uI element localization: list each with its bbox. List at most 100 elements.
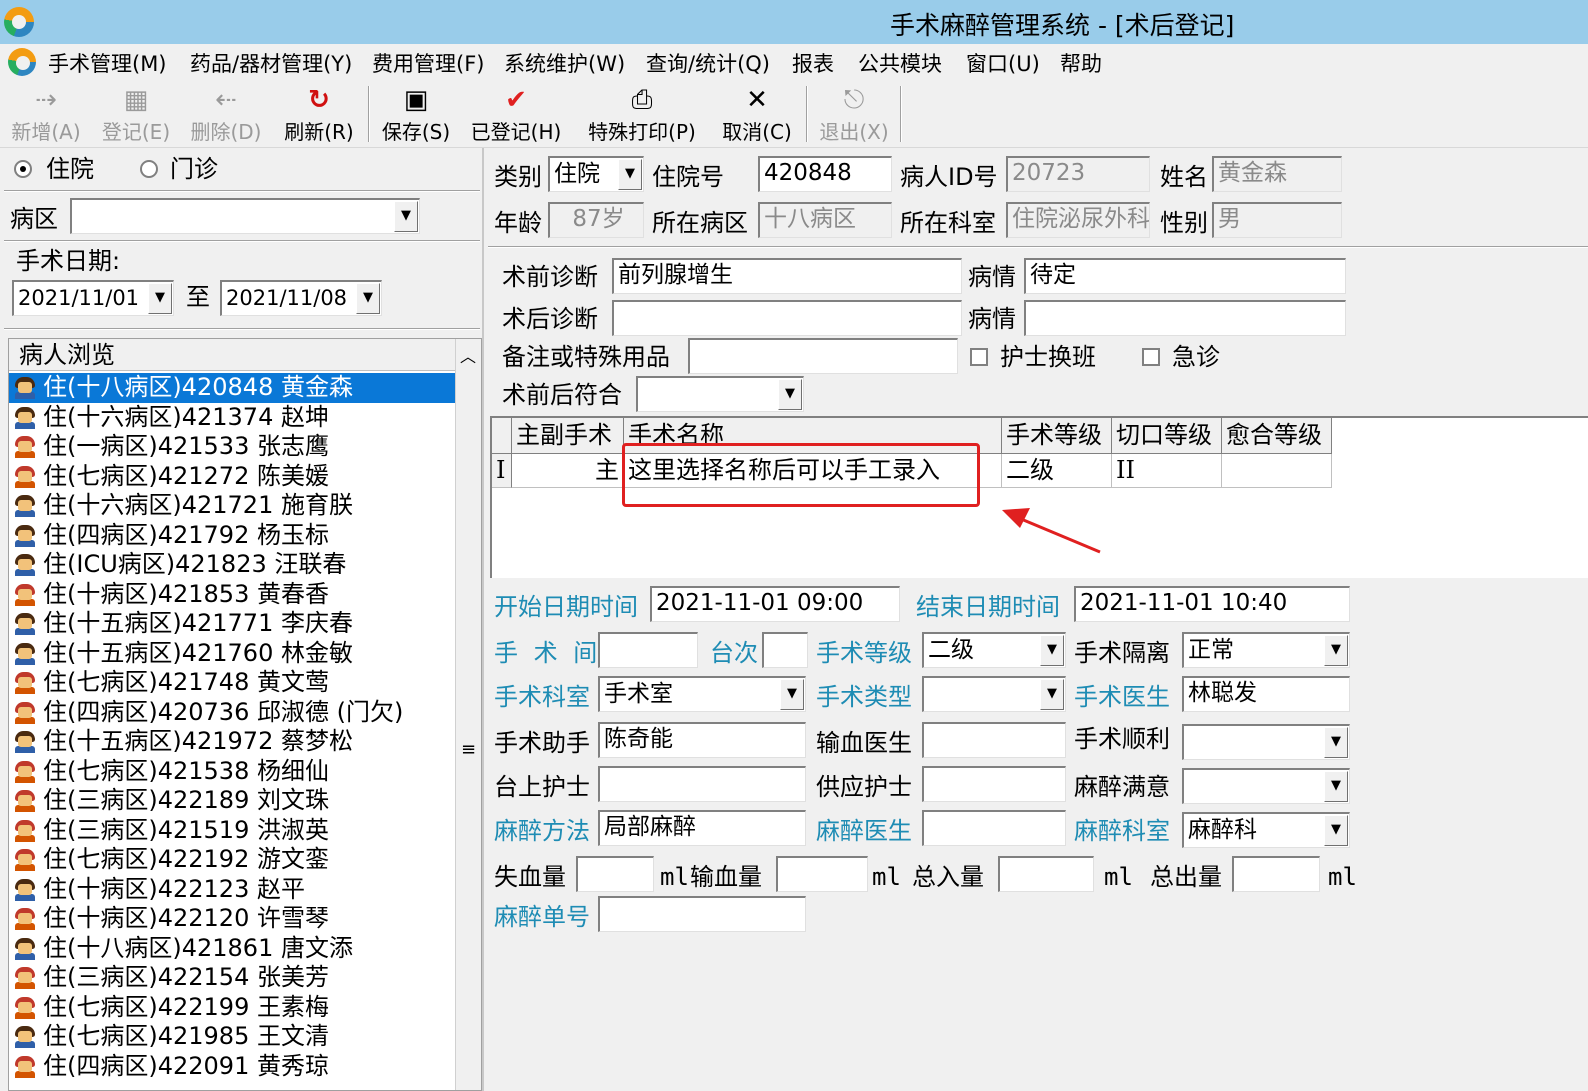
date-from-picker[interactable]: 2021/11/01 ▼	[12, 280, 174, 316]
scroll-up-icon[interactable]: ︿	[460, 343, 476, 367]
isolation-select[interactable]: 正常 ▼	[1182, 632, 1350, 668]
chevron-down-icon[interactable]: ▼	[148, 283, 172, 314]
patient-list-item[interactable]: 住(十病区)422123 赵平	[9, 875, 455, 905]
patient-list-item[interactable]: 住(四病区)422091 黄秀琼	[9, 1052, 455, 1082]
patient-list-item[interactable]: 住(四病区)421792 杨玉标	[9, 521, 455, 551]
cell-level[interactable]: 二级	[1002, 454, 1112, 488]
chevron-down-icon[interactable]: ▼	[1324, 727, 1348, 758]
total-output-field[interactable]	[1232, 856, 1320, 892]
patient-list-item[interactable]: 住(三病区)421519 洪淑英	[9, 816, 455, 846]
category-select[interactable]: 住院 ▼	[548, 156, 644, 192]
cancel-button[interactable]: ✕ 取消(C)	[714, 82, 800, 146]
outpatient-radio[interactable]	[140, 160, 158, 178]
transfusion-amount-field[interactable]	[776, 856, 868, 892]
date-to-picker[interactable]: 2021/11/08 ▼	[220, 280, 382, 316]
patient-list-scrollbar[interactable]: ︿ ≡	[455, 339, 481, 1090]
patient-list-item[interactable]: 住(三病区)422189 刘文珠	[9, 786, 455, 816]
anesthesia-satisfaction-select[interactable]: ▼	[1182, 768, 1350, 804]
emergency-checkbox[interactable]	[1142, 348, 1160, 366]
column-header-healing[interactable]: 愈合等级	[1222, 418, 1332, 454]
menu-query[interactable]: 查询/统计(Q)	[646, 48, 770, 78]
chevron-down-icon[interactable]: ▼	[780, 679, 804, 710]
patient-list-item[interactable]: 住(七病区)421272 陈美媛	[9, 462, 455, 492]
menu-system[interactable]: 系统维护(W)	[504, 48, 625, 78]
pre-diagnosis-field[interactable]: 前列腺增生	[612, 258, 962, 294]
scrub-nurse-field[interactable]	[598, 766, 806, 802]
menu-window[interactable]: 窗口(U)	[966, 48, 1040, 78]
refresh-button[interactable]: ↻ 刷新(R)	[276, 82, 362, 146]
post-diagnosis-field[interactable]	[612, 300, 962, 336]
surgery-level-select[interactable]: 二级 ▼	[922, 632, 1066, 668]
chevron-down-icon[interactable]: ▼	[778, 379, 802, 410]
admission-no-field[interactable]: 420848	[758, 156, 892, 192]
patient-list-item[interactable]: 住(十五病区)421760 林金敏	[9, 639, 455, 669]
patient-list-item[interactable]: 住(三病区)422154 张美芳	[9, 963, 455, 993]
surgeon-field[interactable]: 林聪发	[1182, 676, 1350, 712]
patient-list-item[interactable]: 住(十八病区)421861 唐文添	[9, 934, 455, 964]
transfusion-doctor-field[interactable]	[922, 722, 1066, 758]
scroll-grip-icon[interactable]: ≡	[461, 739, 476, 760]
total-input-field[interactable]	[998, 856, 1094, 892]
patient-list-item[interactable]: 住(十病区)421853 黄春香	[9, 580, 455, 610]
patient-list-item[interactable]: 住(十六病区)421721 施育朕	[9, 491, 455, 521]
patient-list-item[interactable]: 住(七病区)422199 王素梅	[9, 993, 455, 1023]
add-button[interactable]: ⇢ 新增(A)	[4, 82, 88, 146]
anesthesia-method-field[interactable]: 局部麻醉	[598, 810, 806, 846]
column-header-level[interactable]: 手术等级	[1002, 418, 1112, 454]
patient-list-item[interactable]: 住(七病区)421538 杨细仙	[9, 757, 455, 787]
menu-surgery[interactable]: 手术管理(M)	[48, 48, 167, 78]
patient-list-item[interactable]: 住(一病区)421533 张志鹰	[9, 432, 455, 462]
anesthesiologist-field[interactable]	[922, 810, 1066, 846]
cell-healing[interactable]	[1222, 454, 1332, 488]
chevron-down-icon[interactable]: ▼	[1040, 679, 1064, 710]
assistant-field[interactable]: 陈奇能	[598, 722, 806, 758]
patient-list-item[interactable]: 住(十五病区)421771 李庆春	[9, 609, 455, 639]
patient-list-item[interactable]: 住(七病区)421985 王文清	[9, 1022, 455, 1052]
table-order-field[interactable]	[762, 632, 808, 668]
registered-button[interactable]: ✔ 已登记(H)	[464, 82, 568, 146]
end-datetime-field[interactable]: 2021-11-01 10:40	[1074, 586, 1350, 622]
delete-button[interactable]: ⇠ 删除(D)	[184, 82, 268, 146]
condition-post-field[interactable]	[1024, 300, 1346, 336]
chevron-down-icon[interactable]: ▼	[618, 159, 642, 190]
start-datetime-field[interactable]: 2021-11-01 09:00	[650, 586, 900, 622]
menu-reports[interactable]: 报表	[792, 48, 834, 78]
exit-button[interactable]: ⎋ 退出(X)	[812, 82, 896, 146]
patient-list-item[interactable]: 住(ICU病区)421823 汪联春	[9, 550, 455, 580]
chevron-down-icon[interactable]: ▼	[1324, 635, 1348, 666]
patient-list-item[interactable]: 住(四病区)420736 邱淑德 (门欠)	[9, 698, 455, 728]
anesthesia-number-field[interactable]	[598, 896, 806, 932]
column-header-incision[interactable]: 切口等级	[1112, 418, 1222, 454]
menu-fees[interactable]: 费用管理(F)	[372, 48, 484, 78]
match-select[interactable]: ▼	[636, 376, 804, 412]
patient-list-item[interactable]: 住(十六病区)421374 赵坤	[9, 403, 455, 433]
register-button[interactable]: ▦ 登记(E)	[94, 82, 178, 146]
surgery-type-select[interactable]: ▼	[922, 676, 1066, 712]
blood-loss-field[interactable]	[576, 856, 654, 892]
ward-select[interactable]: ▼	[70, 198, 420, 234]
menu-common[interactable]: 公共模块	[858, 48, 942, 78]
cell-incision[interactable]: II	[1112, 454, 1222, 488]
menu-help[interactable]: 帮助	[1060, 48, 1102, 78]
column-header-primary[interactable]: 主副手术	[512, 418, 624, 454]
surgery-smooth-select[interactable]: ▼	[1182, 724, 1350, 760]
inpatient-radio[interactable]	[14, 160, 32, 178]
row-indicator[interactable]: I	[492, 454, 512, 488]
patient-list-item[interactable]: 住(十病区)422120 许雪琴	[9, 904, 455, 934]
anesthesia-dept-select[interactable]: 麻醉科 ▼	[1182, 812, 1350, 848]
nurse-shift-checkbox[interactable]	[970, 348, 988, 366]
mdi-logo-icon[interactable]	[8, 48, 36, 76]
operating-room-field[interactable]	[598, 632, 698, 668]
chevron-down-icon[interactable]: ▼	[394, 201, 418, 232]
patient-list-item[interactable]: 住(十五病区)421972 蔡梦松	[9, 727, 455, 757]
chevron-down-icon[interactable]: ▼	[1324, 771, 1348, 802]
patient-list-item[interactable]: 住(十八病区)420848 黄金森	[9, 373, 455, 403]
patient-list-item[interactable]: 住(七病区)421748 黄文莺	[9, 668, 455, 698]
remark-field[interactable]	[688, 338, 958, 374]
special-print-button[interactable]: ⎙ 特殊打印(P)	[580, 82, 704, 146]
menu-drugs[interactable]: 药品/器材管理(Y)	[190, 48, 352, 78]
surgery-dept-select[interactable]: 手术室 ▼	[598, 676, 806, 712]
patient-list-item[interactable]: 住(七病区)422192 游文銮	[9, 845, 455, 875]
chevron-down-icon[interactable]: ▼	[356, 283, 380, 314]
condition-field[interactable]: 待定	[1024, 258, 1346, 294]
